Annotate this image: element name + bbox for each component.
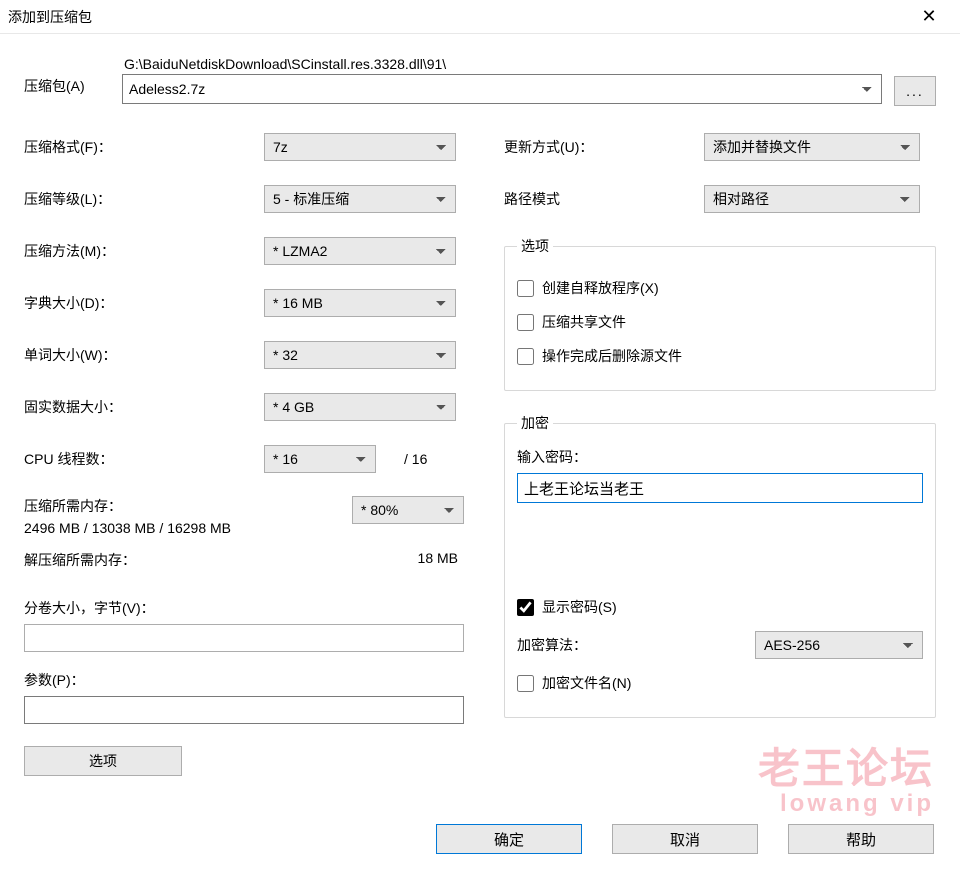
params-input[interactable] — [24, 696, 464, 724]
pathmode-combo[interactable]: 相对路径 — [704, 185, 920, 213]
archive-label: 压缩包(A) — [24, 56, 110, 96]
level-combo[interactable]: 5 - 标准压缩 — [264, 185, 456, 213]
sfx-checkbox[interactable] — [517, 280, 534, 297]
encryption-group: 加密 输入密码： 显示密码(S) 加密算法： AES-256 加密文件名(N) — [504, 413, 936, 718]
threads-label: CPU 线程数： — [24, 449, 264, 469]
decompress-label: 解压缩所需内存： — [24, 550, 136, 570]
word-label: 单词大小(W)： — [24, 345, 264, 365]
help-button[interactable]: 帮助 — [788, 824, 934, 854]
ok-button[interactable]: 确定 — [436, 824, 582, 854]
shared-checkbox[interactable] — [517, 314, 534, 331]
decompress-value: 18 MB — [418, 550, 458, 570]
window-title: 添加到压缩包 — [8, 7, 906, 27]
threads-total: / 16 — [404, 451, 427, 467]
delete-checkbox[interactable] — [517, 348, 534, 365]
browse-button[interactable]: ... — [894, 76, 936, 106]
password-input[interactable] — [517, 473, 923, 503]
level-label: 压缩等级(L)： — [24, 189, 264, 209]
method-label: 压缩方法(M)： — [24, 241, 264, 261]
split-combo[interactable] — [24, 624, 464, 652]
mem-label: 压缩所需内存： — [24, 496, 352, 516]
pathmode-label: 路径模式 — [504, 189, 704, 209]
options-button[interactable]: 选项 — [24, 746, 182, 776]
shared-label: 压缩共享文件 — [542, 312, 626, 332]
solid-label: 固实数据大小： — [24, 397, 264, 417]
cancel-button[interactable]: 取消 — [612, 824, 758, 854]
update-label: 更新方式(U)： — [504, 137, 704, 157]
titlebar: 添加到压缩包 ✕ — [0, 0, 960, 34]
options-legend: 选项 — [517, 236, 553, 256]
archive-name-combo[interactable]: Adeless2.7z — [122, 74, 882, 104]
params-label: 参数(P)： — [24, 670, 464, 690]
close-icon[interactable]: ✕ — [906, 2, 952, 32]
split-label: 分卷大小，字节(V)： — [24, 598, 464, 618]
enc-names-label: 加密文件名(N) — [542, 673, 631, 693]
delete-label: 操作完成后删除源文件 — [542, 346, 682, 366]
show-password-checkbox[interactable] — [517, 599, 534, 616]
mem-ratio-combo[interactable]: * 80% — [352, 496, 464, 524]
update-combo[interactable]: 添加并替换文件 — [704, 133, 920, 161]
enc-alg-combo[interactable]: AES-256 — [755, 631, 923, 659]
dict-label: 字典大小(D)： — [24, 293, 264, 313]
solid-combo[interactable]: * 4 GB — [264, 393, 456, 421]
word-combo[interactable]: * 32 — [264, 341, 456, 369]
enc-alg-label: 加密算法： — [517, 635, 755, 655]
dict-combo[interactable]: * 16 MB — [264, 289, 456, 317]
method-combo[interactable]: * LZMA2 — [264, 237, 456, 265]
encryption-legend: 加密 — [517, 413, 553, 433]
format-label: 压缩格式(F)： — [24, 137, 264, 157]
password-label: 输入密码： — [517, 447, 923, 467]
mem-value: 2496 MB / 13038 MB / 16298 MB — [24, 520, 352, 536]
options-group: 选项 创建自释放程序(X) 压缩共享文件 操作完成后删除源文件 — [504, 236, 936, 391]
archive-path: G:\BaiduNetdiskDownload\SCinstall.res.33… — [122, 56, 882, 72]
format-combo[interactable]: 7z — [264, 133, 456, 161]
show-password-label: 显示密码(S) — [542, 597, 617, 617]
enc-names-checkbox[interactable] — [517, 675, 534, 692]
threads-combo[interactable]: * 16 — [264, 445, 376, 473]
sfx-label: 创建自释放程序(X) — [542, 278, 659, 298]
